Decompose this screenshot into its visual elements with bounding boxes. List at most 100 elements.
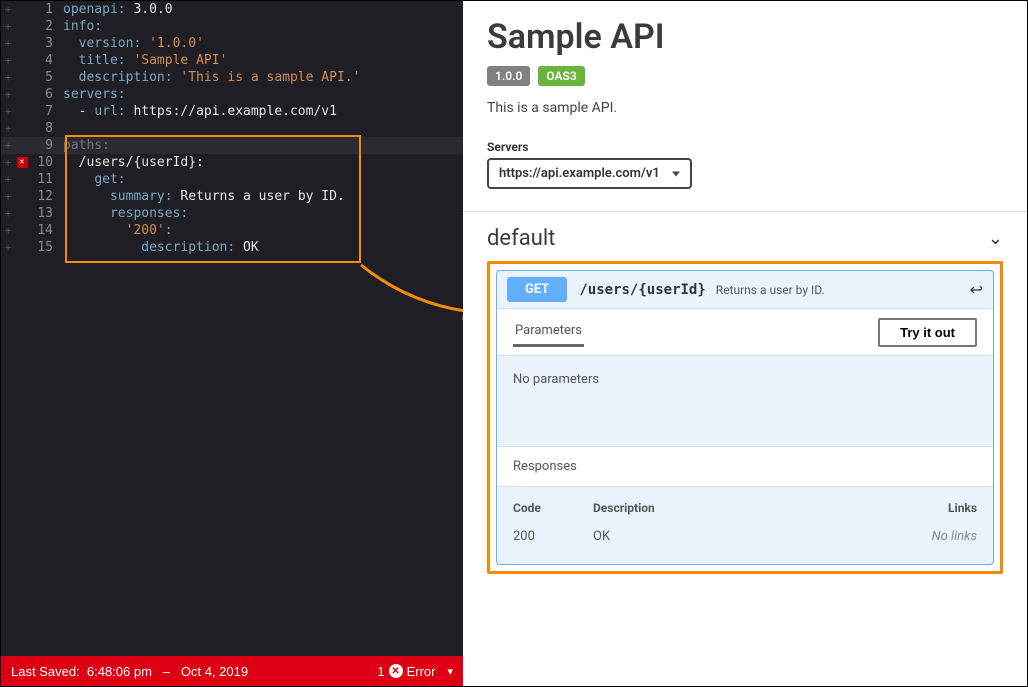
operation-summary-text: Returns a user by ID. <box>716 283 970 297</box>
try-it-out-button[interactable]: Try it out <box>878 318 977 347</box>
gutter-error: ✕ <box>15 157 29 168</box>
response-desc: OK <box>593 529 897 544</box>
code-area[interactable]: +1openapi: 3.0.0+2info:+3 version: '1.0.… <box>1 1 463 656</box>
response-row: 200OKNo links <box>513 529 977 544</box>
section-name: default <box>487 226 555 251</box>
parameters-tab[interactable]: Parameters <box>513 317 584 347</box>
code-content[interactable]: responses: <box>63 206 188 221</box>
gutter-plus: + <box>1 3 15 16</box>
code-content[interactable]: summary: Returns a user by ID. <box>63 189 345 204</box>
code-content[interactable]: get: <box>63 172 126 187</box>
status-bar: Last Saved: 6:48:06 pm – Oct 4, 2019 1 ✕… <box>1 656 463 686</box>
docs-panel[interactable]: Sample API 1.0.0 OAS3 This is a sample A… <box>463 1 1027 686</box>
gutter-plus: + <box>1 20 15 33</box>
code-line[interactable]: +12 summary: Returns a user by ID. <box>1 188 463 205</box>
code-content[interactable]: paths: <box>63 138 110 153</box>
version-badge: 1.0.0 <box>487 66 530 86</box>
line-number: 10 <box>29 155 63 170</box>
operation-highlight-box: GET /users/{userId} Returns a user by ID… <box>487 261 1003 574</box>
line-number: 12 <box>29 189 63 204</box>
code-line[interactable]: +14 '200': <box>1 222 463 239</box>
line-number: 7 <box>29 104 63 119</box>
server-select[interactable]: https://api.example.com/v1 <box>487 158 692 189</box>
oas-badge: OAS3 <box>538 66 584 86</box>
line-number: 4 <box>29 53 63 68</box>
code-line[interactable]: +15 description: OK <box>1 239 463 256</box>
line-number: 11 <box>29 172 63 187</box>
code-line[interactable]: +8 <box>1 120 463 137</box>
chevron-down-icon[interactable]: ⌄ <box>988 228 1003 249</box>
parameters-bar: Parameters Try it out <box>497 309 993 356</box>
code-content[interactable]: openapi: 3.0.0 <box>63 2 173 17</box>
code-line[interactable]: +5 description: 'This is a sample API.' <box>1 69 463 86</box>
response-code: 200 <box>513 529 593 544</box>
error-count[interactable]: 1 <box>377 664 384 679</box>
line-number: 14 <box>29 223 63 238</box>
error-label[interactable]: Error <box>407 664 436 679</box>
gutter-plus: + <box>1 105 15 118</box>
servers-label: Servers <box>487 140 1003 154</box>
code-line[interactable]: +11 get: <box>1 171 463 188</box>
divider <box>463 211 1027 212</box>
code-line[interactable]: +3 version: '1.0.0' <box>1 35 463 52</box>
error-marker-icon[interactable]: ✕ <box>17 157 28 168</box>
gutter-plus: + <box>1 122 15 135</box>
last-saved-label: Last Saved: <box>11 664 80 679</box>
line-number: 2 <box>29 19 63 34</box>
last-saved-date: Oct 4, 2019 <box>181 664 248 679</box>
code-line[interactable]: +1openapi: 3.0.0 <box>1 1 463 18</box>
code-line[interactable]: +13 responses: <box>1 205 463 222</box>
operation-summary[interactable]: GET /users/{userId} Returns a user by ID… <box>497 271 993 308</box>
line-number: 15 <box>29 240 63 255</box>
gutter-plus: + <box>1 241 15 254</box>
return-icon[interactable]: ↩ <box>970 280 983 299</box>
gutter-plus: + <box>1 88 15 101</box>
gutter-plus: + <box>1 207 15 220</box>
gutter-plus: + <box>1 224 15 237</box>
line-number: 5 <box>29 70 63 85</box>
last-saved-time: 6:48:06 pm <box>87 664 152 679</box>
code-content[interactable]: description: OK <box>63 240 259 255</box>
response-links: No links <box>897 529 977 544</box>
line-number: 13 <box>29 206 63 221</box>
col-links-header: Links <box>897 501 977 515</box>
code-content[interactable]: - url: https://api.example.com/v1 <box>63 104 337 119</box>
line-number: 1 <box>29 2 63 17</box>
responses-label: Responses <box>497 446 993 487</box>
gutter-plus: + <box>1 37 15 50</box>
code-content[interactable]: servers: <box>63 87 126 102</box>
code-line[interactable]: +9paths: <box>1 137 463 154</box>
code-line[interactable]: +✕10 /users/{userId}: <box>1 154 463 171</box>
code-content[interactable]: version: '1.0.0' <box>63 36 204 51</box>
operation-path: /users/{userId} <box>579 282 705 298</box>
code-line[interactable]: +4 title: 'Sample API' <box>1 52 463 69</box>
code-content[interactable]: title: 'Sample API' <box>63 53 227 68</box>
code-editor[interactable]: +1openapi: 3.0.0+2info:+3 version: '1.0.… <box>1 1 463 686</box>
code-content[interactable]: '200': <box>63 223 173 238</box>
col-code-header: Code <box>513 501 593 515</box>
line-number: 9 <box>29 138 63 153</box>
gutter-plus: + <box>1 190 15 203</box>
gutter-plus: + <box>1 173 15 186</box>
chevron-down-icon[interactable]: ▾ <box>447 665 453 678</box>
code-line[interactable]: +7 - url: https://api.example.com/v1 <box>1 103 463 120</box>
gutter-plus: + <box>1 71 15 84</box>
api-description: This is a sample API. <box>487 100 1003 116</box>
error-icon[interactable]: ✕ <box>389 664 403 678</box>
code-line[interactable]: +2info: <box>1 18 463 35</box>
code-content[interactable]: info: <box>63 19 102 34</box>
last-saved-sep: – <box>163 664 170 679</box>
server-url: https://api.example.com/v1 <box>499 166 660 181</box>
line-number: 3 <box>29 36 63 51</box>
code-content[interactable]: description: 'This is a sample API.' <box>63 70 360 85</box>
gutter-plus: + <box>1 139 15 152</box>
line-number: 6 <box>29 87 63 102</box>
gutter-plus: + <box>1 156 15 169</box>
section-header[interactable]: default ⌄ <box>487 226 1003 251</box>
col-desc-header: Description <box>593 501 897 515</box>
responses-table: Code Description Links 200OKNo links <box>497 487 993 564</box>
code-line[interactable]: +6servers: <box>1 86 463 103</box>
code-content[interactable]: /users/{userId}: <box>63 155 204 170</box>
operation-block: GET /users/{userId} Returns a user by ID… <box>496 270 994 565</box>
http-method-badge: GET <box>507 277 567 302</box>
